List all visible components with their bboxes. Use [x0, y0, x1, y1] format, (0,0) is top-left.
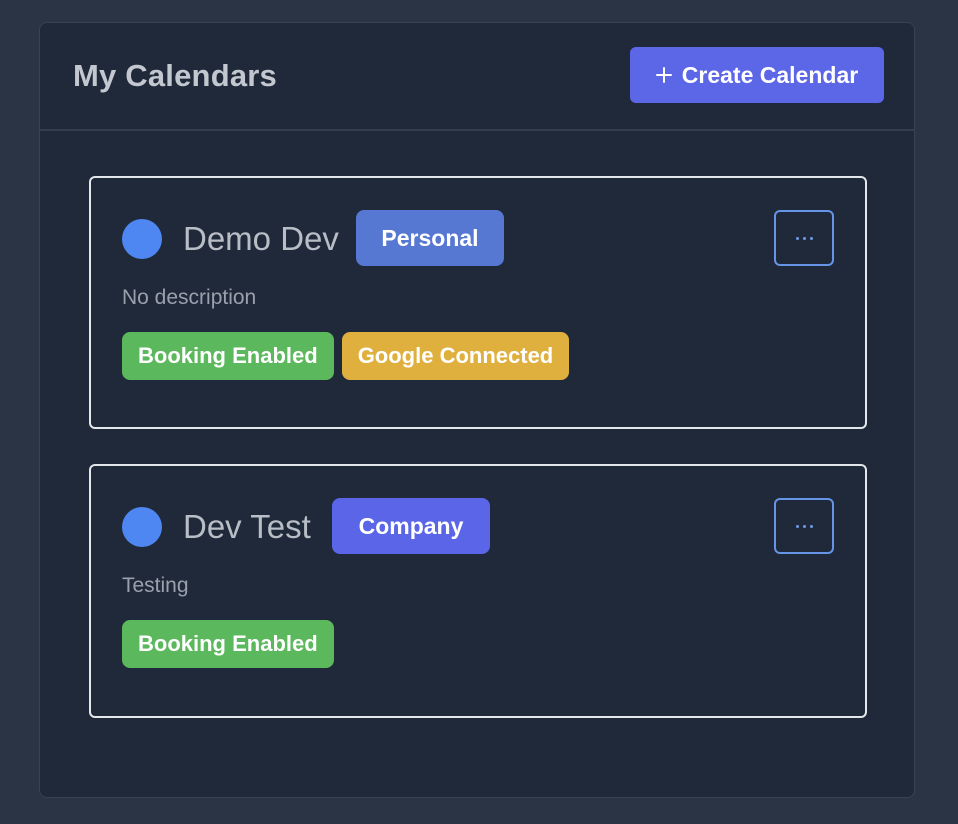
calendar-more-button[interactable]: [774, 210, 834, 266]
calendar-type-badge: Company: [332, 498, 490, 554]
booking-enabled-tag: Booking Enabled: [122, 332, 334, 380]
more-horizontal-icon: [795, 524, 813, 528]
calendar-description: No description: [122, 286, 257, 309]
calendar-type-badge: Personal: [356, 210, 504, 266]
calendar-name: Dev Test: [183, 508, 311, 545]
calendar-card[interactable]: Demo Dev Personal No description Booking…: [89, 176, 867, 429]
booking-enabled-tag: Booking Enabled: [122, 620, 334, 668]
calendars-panel: My Calendars Create Calendar Demo Dev Pe…: [39, 22, 915, 798]
calendar-color-dot: [122, 219, 162, 259]
page-title: My Calendars: [73, 58, 277, 93]
calendar-tags: Booking Enabled: [122, 620, 334, 668]
calendar-more-button[interactable]: [774, 498, 834, 554]
more-horizontal-icon: [795, 236, 813, 240]
plus-icon: [655, 67, 672, 83]
google-connected-tag: Google Connected: [341, 332, 570, 380]
create-calendar-button[interactable]: Create Calendar: [630, 47, 884, 103]
calendar-name: Demo Dev: [183, 220, 339, 257]
calendar-tags: Booking Enabled Google Connected: [122, 332, 570, 380]
calendar-card[interactable]: Dev Test Company Testing Booking Enabled: [89, 464, 867, 718]
create-calendar-label: Create Calendar: [681, 61, 859, 88]
panel-header: My Calendars Create Calendar: [40, 23, 914, 131]
calendar-color-dot: [122, 507, 162, 547]
calendar-description: Testing: [122, 574, 189, 597]
